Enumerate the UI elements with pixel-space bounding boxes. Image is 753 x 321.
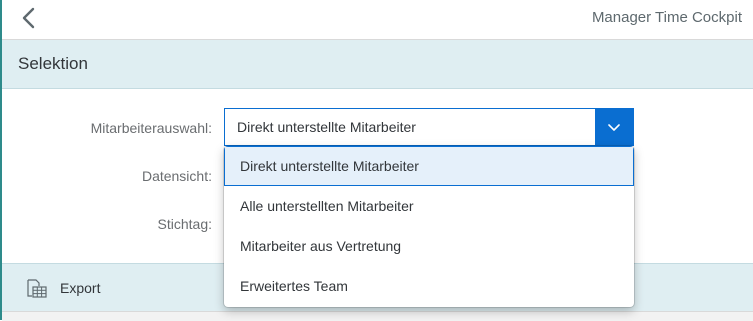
- dropdown-option-label: Mitarbeiter aus Vertretung: [240, 238, 402, 254]
- selection-section-header: Selektion: [2, 40, 753, 89]
- back-button[interactable]: [16, 5, 42, 31]
- dropdown-option[interactable]: Direkt unterstellte Mitarbeiter: [224, 146, 634, 186]
- app-title: Manager Time Cockpit: [591, 9, 742, 26]
- chevron-left-icon: [22, 7, 35, 29]
- app-header: Manager Time Cockpit: [2, 0, 753, 40]
- chevron-down-icon: [608, 124, 620, 131]
- label-stichtag: Stichtag:: [157, 216, 212, 232]
- label-datensicht: Datensicht:: [141, 168, 212, 184]
- select-value: Direkt unterstellte Mitarbeiter: [237, 119, 416, 135]
- export-label: Export: [60, 280, 101, 296]
- dropdown-option-label: Alle unterstellten Mitarbeiter: [240, 198, 414, 214]
- dropdown-option[interactable]: Alle unterstellten Mitarbeiter: [224, 186, 634, 226]
- spreadsheet-export-icon: [27, 279, 47, 298]
- dropdown-toggle-button[interactable]: [595, 109, 633, 145]
- dropdown-option-label: Direkt unterstellte Mitarbeiter: [240, 158, 419, 174]
- mitarbeiterauswahl-dropdown-list: Direkt unterstellte Mitarbeiter Alle unt…: [224, 146, 634, 307]
- export-button[interactable]: Export: [24, 276, 100, 300]
- dropdown-option[interactable]: Mitarbeiter aus Vertretung: [224, 226, 634, 266]
- mitarbeiterauswahl-select[interactable]: Direkt unterstellte Mitarbeiter: [224, 108, 634, 146]
- dropdown-option[interactable]: Erweitertes Team: [224, 266, 634, 306]
- section-title: Selektion: [18, 54, 88, 73]
- dropdown-option-label: Erweitertes Team: [240, 278, 348, 294]
- label-mitarbeiterauswahl: Mitarbeiterauswahl:: [90, 120, 212, 136]
